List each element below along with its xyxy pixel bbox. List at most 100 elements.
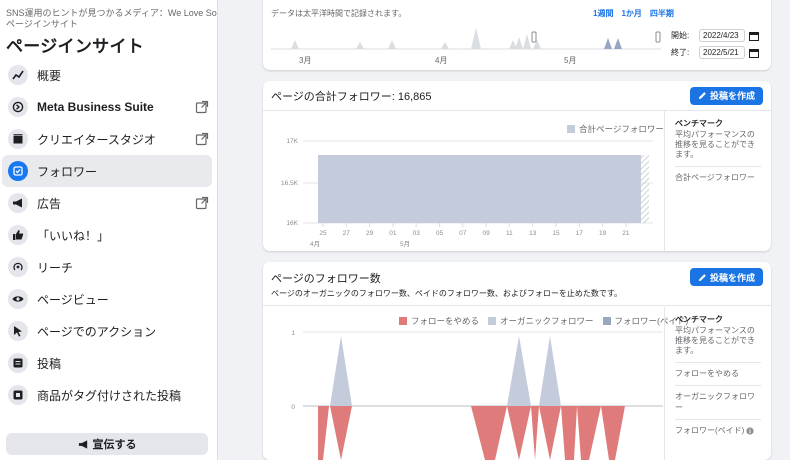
sidebar-item-likes[interactable]: 「いいね！」 bbox=[2, 219, 212, 251]
timeline-spike bbox=[604, 38, 612, 49]
benchmark-item[interactable]: フォローをやめる bbox=[675, 362, 761, 379]
megaphone-icon bbox=[78, 439, 87, 449]
calendar-icon[interactable] bbox=[749, 48, 759, 58]
followers-icon bbox=[8, 161, 28, 181]
card-header: ページの合計フォロワー: 16,865 投稿を作成 bbox=[263, 81, 771, 111]
followers-area bbox=[318, 155, 641, 223]
card-title: ページの合計フォロワー: 16,865 bbox=[271, 90, 432, 103]
timeline-spike bbox=[614, 38, 622, 49]
benchmark-item-label: フォロワー(ペイド) bbox=[675, 426, 745, 435]
pencil-icon bbox=[698, 273, 706, 281]
sidebar: SNS運用のヒントが見つかるメディア：We Love Social › ページイ… bbox=[0, 0, 218, 460]
unfollow-area bbox=[531, 406, 539, 460]
sidebar-item-posts[interactable]: 投稿 bbox=[2, 347, 212, 379]
tagged-product-icon bbox=[8, 385, 28, 405]
promote-label: 宣伝する bbox=[92, 439, 137, 451]
x-tick-label: 19 bbox=[599, 230, 607, 237]
unfollow-area bbox=[471, 406, 507, 460]
posts-icon bbox=[8, 353, 28, 373]
card-title: ページのフォロワー数 bbox=[271, 273, 381, 285]
timeline-spike bbox=[441, 42, 449, 49]
sidebar-item-tagged-posts[interactable]: 商品がタグ付けされた投稿 bbox=[2, 379, 212, 411]
sidebar-item-followers[interactable]: フォロワー bbox=[2, 155, 212, 187]
sidebar-item-label: 投稿 bbox=[37, 356, 62, 371]
breadcrumb-current: ページインサイト bbox=[6, 19, 78, 29]
follower-count-chart: 1 0 bbox=[291, 330, 663, 460]
x-tick-label: 17 bbox=[576, 230, 584, 237]
sidebar-item-label: 「いいね！」 bbox=[37, 228, 110, 243]
sidebar-item-creator-studio[interactable]: クリエイタースタジオ bbox=[2, 123, 212, 155]
sidebar-item-business-suite[interactable]: Meta Business Suite bbox=[2, 91, 212, 123]
x-tick-label: 25 bbox=[319, 230, 327, 237]
x-tick-label: 27 bbox=[343, 230, 351, 237]
x-tick-label: 11 bbox=[506, 230, 513, 237]
eye-icon bbox=[8, 289, 28, 309]
pencil-icon bbox=[698, 92, 706, 100]
y-tick-label: 1 bbox=[291, 330, 295, 337]
business-suite-icon bbox=[8, 97, 28, 117]
card-subtitle: ページのオーガニックのフォロワー数、ペイドのフォロワー数、およびフォローを止めた… bbox=[271, 289, 623, 298]
benchmark-item[interactable]: 合計ページフォロワー bbox=[675, 166, 761, 183]
benchmark-item[interactable]: フォロワー(ペイド) bbox=[675, 419, 761, 436]
month-label: 3月 bbox=[299, 56, 312, 65]
end-label: 終了: bbox=[671, 48, 690, 57]
sidebar-item-ads[interactable]: 広告 bbox=[2, 187, 212, 219]
benchmark-item[interactable]: オーガニックフォロワー bbox=[675, 385, 761, 413]
timeline-spike bbox=[291, 40, 299, 49]
creator-studio-icon bbox=[8, 129, 28, 149]
total-followers-card: ページの合計フォロワー: 16,865 投稿を作成 合計ページフォロワー 17K… bbox=[263, 81, 771, 251]
timeline-spike bbox=[515, 37, 523, 49]
create-post-button[interactable]: 投稿を作成 bbox=[689, 86, 763, 105]
brush-handle-right[interactable] bbox=[655, 31, 661, 43]
organic-spike bbox=[330, 336, 352, 406]
unfollow-area bbox=[601, 406, 625, 460]
calendar-icon[interactable] bbox=[749, 31, 759, 41]
sidebar-item-label: ページビュー bbox=[37, 292, 109, 307]
month-label: 4月 bbox=[435, 56, 448, 65]
y-tick-label: 0 bbox=[291, 404, 295, 411]
sidebar-item-reach[interactable]: リーチ bbox=[2, 251, 212, 283]
x-tick-label: 09 bbox=[482, 230, 490, 237]
end-date-input[interactable]: 2022/5/21 bbox=[699, 46, 745, 59]
sidebar-item-label: リーチ bbox=[37, 260, 74, 275]
benchmark-description: 平均パフォーマンスの推移を見ることができます。 bbox=[675, 326, 755, 355]
x-tick-label: 21 bbox=[622, 230, 630, 237]
trend-icon bbox=[8, 65, 28, 85]
x-tick-label: 13 bbox=[529, 230, 537, 237]
x-tick-label: 07 bbox=[459, 230, 467, 237]
create-post-label: 投稿を作成 bbox=[709, 272, 755, 283]
sidebar-item-page-actions[interactable]: ページでのアクション bbox=[2, 315, 212, 347]
end-date: 終了: 2022/5/21 bbox=[671, 46, 759, 59]
sidebar-item-label: 概要 bbox=[37, 68, 62, 83]
create-post-label: 投稿を作成 bbox=[709, 91, 755, 101]
sidebar-item-label: Meta Business Suite bbox=[37, 100, 154, 114]
unfollow-area bbox=[507, 406, 531, 460]
external-link-icon bbox=[195, 100, 209, 114]
start-label: 開始: bbox=[671, 31, 690, 40]
x-month-label: 5月 bbox=[400, 240, 410, 248]
y-tick-label: 17K bbox=[286, 138, 298, 145]
info-icon[interactable] bbox=[746, 426, 754, 435]
x-tick-label: 15 bbox=[552, 230, 560, 237]
timeline-brush[interactable] bbox=[271, 18, 661, 58]
breadcrumb[interactable]: SNS運用のヒントが見つかるメディア：We Love Social › bbox=[0, 0, 217, 19]
promote-button[interactable]: 宣伝する bbox=[6, 433, 208, 455]
timeline-spike bbox=[356, 42, 364, 49]
x-tick-label: 05 bbox=[436, 230, 444, 237]
sidebar-item-page-views[interactable]: ページビュー bbox=[2, 283, 212, 315]
brush-handle-left[interactable] bbox=[531, 31, 537, 43]
sidebar-item-label: 広告 bbox=[37, 196, 62, 211]
sidebar-nav: 概要 Meta Business Suite クリエイタースタジオ フォロワー … bbox=[0, 59, 217, 411]
x-tick-label: 01 bbox=[389, 230, 397, 237]
benchmark-title: ベンチマーク bbox=[675, 119, 723, 128]
external-link-icon bbox=[195, 196, 209, 210]
total-followers-chart: 17K 16.5K 16K 25 27 29 01 03 05 07 09 11 13 15 17 19 21… bbox=[281, 138, 653, 248]
start-date-input[interactable]: 2022/4/23 bbox=[699, 29, 745, 42]
external-link-icon bbox=[195, 132, 209, 146]
benchmark-panel: ベンチマーク 平均パフォーマンスの推移を見ることができます。 フォローをやめる … bbox=[664, 307, 771, 460]
card-header: ページのフォロワー数 ページのオーガニックのフォロワー数、ペイドのフォロワー数、… bbox=[263, 262, 771, 306]
cursor-icon bbox=[8, 321, 28, 341]
sidebar-item-overview[interactable]: 概要 bbox=[2, 59, 212, 91]
organic-spike bbox=[539, 336, 561, 406]
create-post-button[interactable]: 投稿を作成 bbox=[689, 268, 763, 286]
